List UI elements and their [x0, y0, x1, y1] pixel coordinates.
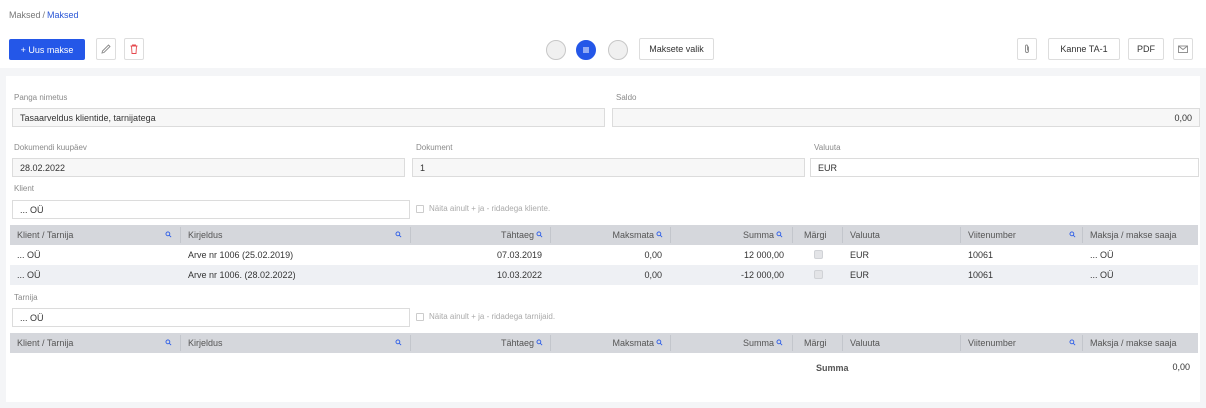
payment-form: Panga nimetus Tasaarveldus klientide, ta…	[6, 76, 1200, 402]
col-client-supplier[interactable]: Klient / Tarnija	[17, 225, 73, 245]
col-currency[interactable]: Valuuta	[850, 225, 880, 245]
client-filter-checkbox[interactable]	[416, 204, 424, 213]
new-payment-button[interactable]: + Uus makse	[9, 39, 85, 60]
client-label: Klient	[14, 184, 35, 193]
total-value: 0,00	[1172, 362, 1190, 372]
cell-sum: 12 000,00	[743, 250, 784, 260]
menu-icon	[583, 47, 589, 53]
col-sum[interactable]: Summa	[670, 225, 774, 245]
supplier-filter-checkbox[interactable]	[416, 312, 424, 321]
supplier-filter[interactable]: Näita ainult + ja - ridadega tarnijaid.	[416, 312, 555, 321]
search-icon[interactable]	[776, 339, 783, 346]
mark-checkbox[interactable]	[814, 250, 823, 259]
col-mark[interactable]: Märgi	[804, 225, 827, 245]
cell-due: 10.03.2022	[496, 270, 542, 280]
doc-date-field[interactable]: 28.02.2022	[12, 158, 405, 177]
payment-select-button[interactable]: Maksete valik	[639, 38, 714, 60]
search-icon[interactable]	[1069, 231, 1076, 238]
cell-payer: ... OÜ	[1090, 250, 1114, 260]
breadcrumb: Maksed / Maksed	[9, 10, 79, 20]
supplier-label: Tarnija	[14, 293, 38, 302]
supplier-filter-label: Näita ainult + ja - ridadega tarnijaid.	[429, 312, 556, 321]
search-icon[interactable]	[165, 231, 172, 238]
breadcrumb-parent[interactable]: Maksed	[9, 10, 41, 20]
client-table-header: Klient / Tarnija Kirjeldus Tähtaeg Maksm…	[10, 225, 1198, 245]
col-client-supplier[interactable]: Klient / Tarnija	[17, 333, 73, 353]
cell-sum: -12 000,00	[740, 270, 784, 280]
currency-label: Valuuta	[814, 143, 841, 152]
col-payer[interactable]: Maksja / makse saaja	[1090, 333, 1177, 353]
paperclip-icon	[1025, 44, 1029, 53]
attach-button[interactable]	[1017, 38, 1037, 60]
cell-description: Arve nr 1006 (25.02.2019)	[188, 250, 294, 260]
search-icon[interactable]	[656, 339, 663, 346]
search-icon[interactable]	[776, 231, 783, 238]
currency-field[interactable]: EUR	[810, 158, 1199, 177]
view-option-right[interactable]	[608, 40, 628, 60]
search-icon[interactable]	[1069, 339, 1076, 346]
search-icon[interactable]	[395, 231, 402, 238]
client-filter[interactable]: Näita ainult + ja - ridadega kliente.	[416, 204, 550, 213]
client-field[interactable]: ... OÜ	[12, 200, 410, 219]
bank-name-label: Panga nimetus	[14, 93, 68, 102]
pencil-icon	[101, 44, 111, 54]
breadcrumb-current[interactable]: Maksed	[47, 10, 79, 20]
col-currency[interactable]: Valuuta	[850, 333, 880, 353]
pdf-button[interactable]: PDF	[1128, 38, 1164, 60]
email-button[interactable]	[1173, 38, 1193, 60]
document-field[interactable]: 1	[412, 158, 805, 177]
cell-party: ... OÜ	[17, 250, 41, 260]
envelope-icon	[1178, 45, 1188, 53]
col-sum[interactable]: Summa	[670, 333, 774, 353]
doc-date-label: Dokumendi kuupäev	[14, 143, 87, 152]
cell-currency: EUR	[850, 270, 870, 280]
search-icon[interactable]	[656, 231, 663, 238]
cell-description: Arve nr 1006. (28.02.2022)	[188, 270, 296, 280]
balance-label: Saldo	[616, 93, 637, 102]
search-icon[interactable]	[536, 339, 543, 346]
col-due-date[interactable]: Tähtaeg	[410, 333, 534, 353]
breadcrumb-separator: /	[42, 10, 46, 20]
entry-button[interactable]: Kanne TA-1	[1048, 38, 1120, 60]
cell-unpaid: 0,00	[644, 250, 662, 260]
cell-payer: ... OÜ	[1090, 270, 1114, 280]
client-filter-label: Näita ainult + ja - ridadega kliente.	[429, 204, 551, 213]
edit-button[interactable]	[96, 38, 116, 60]
mark-checkbox[interactable]	[814, 270, 823, 279]
cell-reference: 10061	[968, 270, 994, 280]
supplier-field[interactable]: ... OÜ	[12, 308, 410, 327]
balance-field[interactable]: 0,00	[612, 108, 1200, 127]
col-due-date[interactable]: Tähtaeg	[410, 225, 534, 245]
document-label: Dokument	[416, 143, 453, 152]
col-description[interactable]: Kirjeldus	[188, 225, 223, 245]
col-payer[interactable]: Maksja / makse saaja	[1090, 225, 1177, 245]
cell-currency: EUR	[850, 250, 870, 260]
delete-button[interactable]	[124, 38, 144, 60]
table-row[interactable]: ... OÜ Arve nr 1006. (28.02.2022) 10.03.…	[10, 265, 1198, 285]
col-description[interactable]: Kirjeldus	[188, 333, 223, 353]
cell-due: 07.03.2019	[496, 250, 542, 260]
total-label: Summa	[816, 363, 849, 373]
cell-party: ... OÜ	[17, 270, 41, 280]
view-option-list[interactable]	[576, 40, 596, 60]
supplier-table: Klient / Tarnija Kirjeldus Tähtaeg Maksm…	[10, 333, 1198, 353]
client-table: Klient / Tarnija Kirjeldus Tähtaeg Maksm…	[10, 225, 1198, 285]
col-mark[interactable]: Märgi	[804, 333, 827, 353]
cell-reference: 10061	[968, 250, 994, 260]
search-icon[interactable]	[536, 231, 543, 238]
view-option-left[interactable]	[546, 40, 566, 60]
col-unpaid[interactable]: Maksmata	[550, 333, 654, 353]
top-toolbar: Maksed / Maksed + Uus makse Maksete valik …	[0, 0, 1206, 68]
search-icon[interactable]	[165, 339, 172, 346]
supplier-table-header: Klient / Tarnija Kirjeldus Tähtaeg Maksm…	[10, 333, 1198, 353]
search-icon[interactable]	[395, 339, 402, 346]
bank-name-field[interactable]: Tasaarveldus klientide, tarnijatega	[12, 108, 605, 127]
cell-unpaid: 0,00	[644, 270, 662, 280]
col-reference[interactable]: Viitenumber	[968, 333, 1016, 353]
col-unpaid[interactable]: Maksmata	[550, 225, 654, 245]
trash-icon	[130, 44, 138, 54]
col-reference[interactable]: Viitenumber	[968, 225, 1016, 245]
table-row[interactable]: ... OÜ Arve nr 1006 (25.02.2019) 07.03.2…	[10, 245, 1198, 265]
